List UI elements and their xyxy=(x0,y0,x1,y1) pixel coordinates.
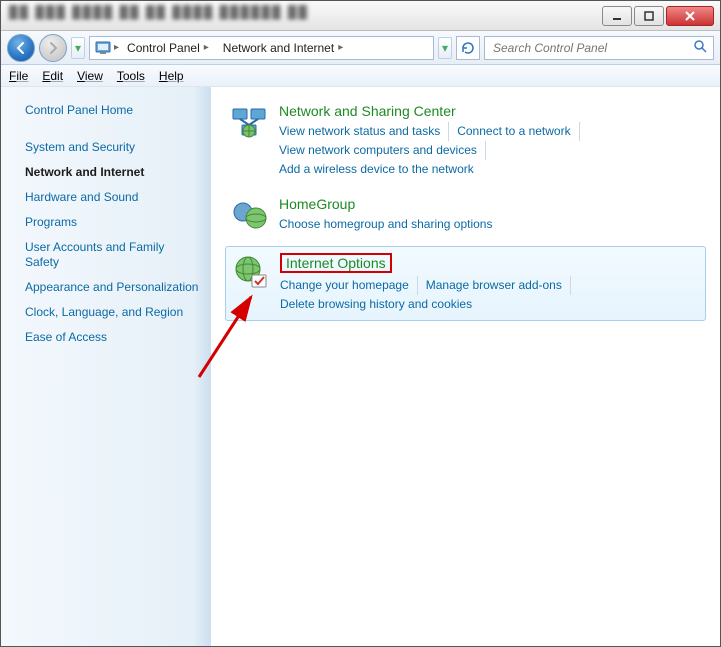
link-choose-homegroup[interactable]: Choose homegroup and sharing options xyxy=(279,215,500,234)
search-input[interactable] xyxy=(491,40,693,56)
address-history-dropdown[interactable]: ▾ xyxy=(438,37,452,59)
sidebar-item-programs[interactable]: Programs xyxy=(21,210,204,235)
minimize-button[interactable] xyxy=(602,6,632,26)
sidebar: Control Panel Home System and Security N… xyxy=(1,87,211,646)
menu-help[interactable]: Help xyxy=(159,69,184,83)
window-buttons xyxy=(602,6,714,26)
search-box[interactable] xyxy=(484,36,714,60)
internet-options-icon xyxy=(230,253,270,293)
control-panel-home-link[interactable]: Control Panel Home xyxy=(21,101,204,119)
homegroup-icon xyxy=(229,196,269,236)
category-title-link[interactable]: Network and Sharing Center xyxy=(279,103,456,119)
chevron-right-icon[interactable]: ▸ xyxy=(114,42,119,53)
menu-tools[interactable]: Tools xyxy=(117,69,145,83)
breadcrumb-label: Network and Internet xyxy=(223,41,334,55)
refresh-button[interactable] xyxy=(456,36,480,60)
link-connect-network[interactable]: Connect to a network xyxy=(457,122,579,141)
menu-file[interactable]: File xyxy=(9,69,28,83)
sidebar-item-hardware-sound[interactable]: Hardware and Sound xyxy=(21,185,204,210)
category-links: Choose homegroup and sharing options xyxy=(279,215,702,234)
nav-toolbar: ▾ ▸ Control Panel ▸ Network and Internet… xyxy=(1,31,720,65)
forward-button[interactable] xyxy=(39,34,67,62)
window-titlebar: ██ ███ ████ ██ ██ ████ ██████ ██ xyxy=(1,1,720,31)
chevron-right-icon[interactable]: ▸ xyxy=(338,42,343,53)
category-network-sharing: Network and Sharing Center View network … xyxy=(225,97,706,186)
network-sharing-icon xyxy=(229,103,269,143)
sidebar-item-system-security[interactable]: System and Security xyxy=(21,135,204,160)
link-manage-addons[interactable]: Manage browser add-ons xyxy=(426,276,571,295)
back-button[interactable] xyxy=(7,34,35,62)
category-title-link[interactable]: HomeGroup xyxy=(279,196,355,212)
link-add-wireless-device[interactable]: Add a wireless device to the network xyxy=(279,160,482,179)
category-title-link[interactable]: Internet Options xyxy=(280,253,392,273)
breadcrumb-label: Control Panel xyxy=(127,41,200,55)
category-internet-options[interactable]: Internet Options Change your homepage Ma… xyxy=(225,246,706,321)
link-view-network-computers[interactable]: View network computers and devices xyxy=(279,141,486,160)
main-area: Control Panel Home System and Security N… xyxy=(1,87,720,646)
link-delete-history[interactable]: Delete browsing history and cookies xyxy=(280,295,480,314)
control-panel-icon xyxy=(94,39,112,57)
titlebar-blur: ██ ███ ████ ██ ██ ████ ██████ ██ xyxy=(9,5,309,19)
menu-bar: File Edit View Tools Help xyxy=(1,65,720,87)
link-change-homepage[interactable]: Change your homepage xyxy=(280,276,418,295)
content-pane: Network and Sharing Center View network … xyxy=(211,87,720,646)
nav-history-dropdown[interactable]: ▾ xyxy=(71,37,85,59)
category-links: View network status and tasks Connect to… xyxy=(279,122,702,180)
category-homegroup: HomeGroup Choose homegroup and sharing o… xyxy=(225,190,706,242)
maximize-button[interactable] xyxy=(634,6,664,26)
link-view-network-status[interactable]: View network status and tasks xyxy=(279,122,449,141)
menu-view[interactable]: View xyxy=(77,69,103,83)
close-button[interactable] xyxy=(666,6,714,26)
chevron-right-icon[interactable]: ▸ xyxy=(204,42,209,53)
breadcrumb-network-internet[interactable]: Network and Internet ▸ xyxy=(217,39,349,57)
sidebar-item-appearance[interactable]: Appearance and Personalization xyxy=(21,275,204,300)
sidebar-item-clock-language[interactable]: Clock, Language, and Region xyxy=(21,300,204,325)
breadcrumb-bar[interactable]: ▸ Control Panel ▸ Network and Internet ▸ xyxy=(89,36,434,60)
search-icon[interactable] xyxy=(693,39,707,56)
sidebar-item-user-accounts[interactable]: User Accounts and Family Safety xyxy=(21,235,204,275)
breadcrumb-control-panel[interactable]: Control Panel ▸ xyxy=(121,39,215,57)
sidebar-item-network-internet[interactable]: Network and Internet xyxy=(21,160,204,185)
sidebar-item-ease-of-access[interactable]: Ease of Access xyxy=(21,325,204,350)
category-links: Change your homepage Manage browser add-… xyxy=(280,276,701,314)
menu-edit[interactable]: Edit xyxy=(42,69,63,83)
